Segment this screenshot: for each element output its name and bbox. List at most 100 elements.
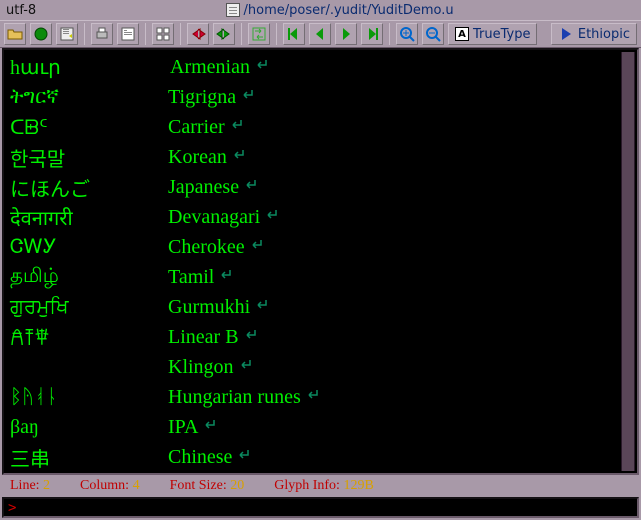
titlebar: utf-8 /home/poser/.yudit/YuditDemo.u xyxy=(0,0,641,20)
native-text[interactable]: hաւր xyxy=(10,55,168,80)
text-row[interactable]: hաւրArmenian xyxy=(10,52,631,82)
vertical-scrollbar[interactable] xyxy=(621,52,635,471)
text-row[interactable]: ትግርኛTigrigna xyxy=(10,82,631,112)
open-button[interactable] xyxy=(4,23,26,45)
text-row[interactable]: ਗੁਰਮੁਖਿGurmukhi xyxy=(10,292,631,322)
native-text[interactable]: ਗੁਰਮੁਖਿ xyxy=(10,296,168,319)
command-input[interactable] xyxy=(16,500,633,515)
newline-icon xyxy=(249,239,263,256)
english-text[interactable]: Gurmukhi xyxy=(168,296,268,319)
text-row[interactable]: ᑕᗸᑦCarrier xyxy=(10,112,631,142)
english-text[interactable]: Japanese xyxy=(168,176,257,199)
separator xyxy=(276,23,277,45)
preview-button[interactable] xyxy=(117,23,139,45)
native-text[interactable]: 𐀁𐀵𐁆 xyxy=(10,324,168,351)
text-row[interactable]: βaŋIPA xyxy=(10,412,631,442)
separator xyxy=(241,23,242,45)
newline-icon xyxy=(254,299,268,316)
font-label: TrueType xyxy=(473,27,530,42)
native-text[interactable]: ᑕᗸᑦ xyxy=(10,115,168,140)
english-text[interactable]: Klingon xyxy=(168,356,252,379)
undo-button[interactable] xyxy=(187,23,209,45)
print-button[interactable] xyxy=(91,23,113,45)
line-value: 2 xyxy=(43,478,50,493)
newline-icon xyxy=(264,209,278,226)
newline-icon xyxy=(305,389,319,406)
newline-icon xyxy=(231,149,245,166)
newline-icon xyxy=(238,359,252,376)
native-text[interactable]: देवनागरी xyxy=(10,204,168,231)
glyph-value: 129B xyxy=(343,478,373,493)
title-center: /home/poser/.yudit/YuditDemo.u xyxy=(44,3,635,18)
separator xyxy=(389,23,390,45)
font-selector[interactable]: A TrueType xyxy=(448,23,537,45)
zoom-in-button[interactable] xyxy=(396,23,418,45)
native-text[interactable]: 한국말 xyxy=(10,143,168,172)
prev-button[interactable] xyxy=(309,23,331,45)
separator xyxy=(145,23,146,45)
native-text[interactable]: ትግርኛ xyxy=(10,86,168,109)
text-row[interactable]: 𐀁𐀵𐁆Linear B xyxy=(10,322,631,352)
text-row[interactable]: देवनागरीDevanagari xyxy=(10,202,631,232)
text-row[interactable]: 三串Chinese xyxy=(10,442,631,472)
grid-button[interactable] xyxy=(152,23,174,45)
command-line[interactable]: > xyxy=(2,497,639,518)
native-text[interactable]: ᛒᚤᚮᚿ xyxy=(10,386,168,409)
separator xyxy=(180,23,181,45)
english-text[interactable]: IPA xyxy=(168,416,216,439)
zoom-out-button[interactable] xyxy=(422,23,444,45)
text-content[interactable]: hաւրArmenianትግርኛTigrignaᑕᗸᑦCarrier한국말Kor… xyxy=(4,50,637,474)
fontsize-label: Font Size: xyxy=(170,478,227,493)
newline-icon xyxy=(243,329,257,346)
scrollbar-thumb[interactable] xyxy=(622,52,634,471)
fontsize-value: 20 xyxy=(230,478,244,493)
editor-area[interactable]: hաւրArmenianትግርኛTigrignaᑕᗸᑦCarrier한국말Kor… xyxy=(2,48,639,475)
column-value: 4 xyxy=(133,478,140,493)
first-button[interactable] xyxy=(283,23,305,45)
english-text[interactable]: Armenian xyxy=(168,56,268,79)
english-text[interactable]: Carrier xyxy=(168,116,243,139)
native-text[interactable]: 三串 xyxy=(10,443,168,472)
native-text[interactable]: தமிழ் xyxy=(10,265,168,290)
text-row[interactable]: ᏣᎳᎩCherokee xyxy=(10,232,631,262)
english-text[interactable]: Devanagari xyxy=(168,206,278,229)
text-row[interactable]: Klingon xyxy=(10,352,631,382)
font-glyph-icon: A xyxy=(455,27,469,41)
native-text[interactable]: ᏣᎳᎩ xyxy=(10,236,168,259)
script-label: Ethiopic xyxy=(578,27,630,42)
file-path: /home/poser/.yudit/YuditDemo.u xyxy=(244,3,454,18)
next-button[interactable] xyxy=(335,23,357,45)
english-text[interactable]: Linear B xyxy=(168,326,257,349)
native-text[interactable]: にほんご xyxy=(10,173,168,202)
newline-icon xyxy=(229,119,243,136)
action-green-button[interactable] xyxy=(30,23,52,45)
english-text[interactable]: Cherokee xyxy=(168,236,263,259)
english-text[interactable]: Tigrigna xyxy=(168,86,254,109)
document-icon xyxy=(226,3,240,17)
text-row[interactable]: 한국말Korean xyxy=(10,142,631,172)
save-button[interactable] xyxy=(56,23,78,45)
text-row[interactable]: தமிழ்Tamil xyxy=(10,262,631,292)
text-row[interactable]: にほんごJapanese xyxy=(10,172,631,202)
direction-button[interactable] xyxy=(248,23,270,45)
newline-icon xyxy=(254,59,268,76)
toolbar: A TrueType Ethiopic xyxy=(0,20,641,48)
redo-button[interactable] xyxy=(213,23,235,45)
newline-icon xyxy=(240,89,254,106)
separator xyxy=(84,23,85,45)
english-text[interactable]: Tamil xyxy=(168,266,232,289)
line-label: Line: xyxy=(10,478,40,493)
text-row[interactable]: ᛒᚤᚮᚿHungarian runes xyxy=(10,382,631,412)
english-text[interactable]: Hungarian runes xyxy=(168,386,319,409)
newline-icon xyxy=(218,269,232,286)
newline-icon xyxy=(243,179,257,196)
english-text[interactable]: Chinese xyxy=(168,446,250,469)
newline-icon xyxy=(236,449,250,466)
play-icon xyxy=(558,26,574,42)
last-button[interactable] xyxy=(361,23,383,45)
script-selector[interactable]: Ethiopic xyxy=(551,23,637,45)
english-text[interactable]: Korean xyxy=(168,146,245,169)
native-text[interactable]: βaŋ xyxy=(10,416,168,439)
statusbar: Line: 2 Column: 4 Font Size: 20 Glyph In… xyxy=(0,475,641,497)
prompt-icon: > xyxy=(8,500,16,516)
